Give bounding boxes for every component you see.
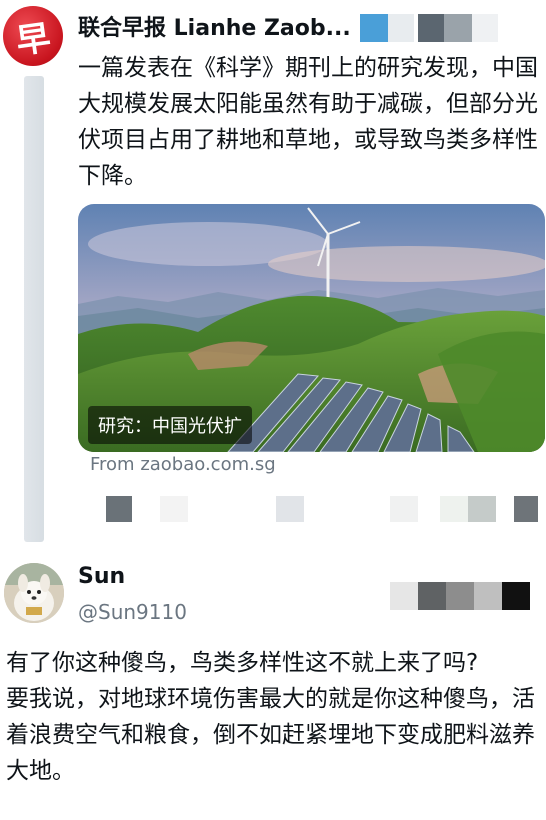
redacted-block — [474, 582, 502, 610]
redacted-block — [502, 582, 530, 610]
redacted-block — [360, 14, 388, 42]
reply-author-handle[interactable]: @Sun9110 — [78, 600, 187, 624]
redacted-block — [440, 496, 468, 522]
reply-author-name[interactable]: Sun — [78, 564, 125, 589]
tweet-author-name[interactable]: 联合早报 Lianhe Zaob... — [78, 10, 351, 42]
redacted-block — [160, 496, 188, 522]
reply-text: 有了你这种傻鸟，鸟类多样性这不就上来了吗? 要我说，对地球环境伤害最大的就是你这… — [6, 645, 542, 789]
tweet-action-bar[interactable] — [100, 494, 540, 524]
tweet-text: 一篇发表在《科学》期刊上的研究发现，中国大规模发展太阳能虽然有助于减碳，但部分光… — [78, 55, 538, 189]
redacted-block — [106, 496, 132, 522]
reply-line: 有了你这种傻鸟，鸟类多样性这不就上来了吗? — [6, 650, 479, 676]
card-caption: 研究：中国光伏扩 — [88, 406, 252, 444]
thread-connector-line — [24, 76, 44, 542]
redacted-block — [418, 582, 446, 610]
redacted-block — [388, 14, 414, 42]
redacted-block — [468, 496, 496, 522]
redacted-block — [514, 496, 538, 522]
redacted-block — [390, 582, 418, 610]
redacted-block — [390, 496, 418, 522]
link-source[interactable]: From zaobao.com.sg — [90, 454, 276, 475]
zaobao-avatar[interactable]: 早 — [3, 6, 63, 66]
redacted-block — [472, 14, 498, 42]
zaobao-logo-icon: 早 — [13, 17, 54, 62]
redacted-block — [444, 14, 472, 42]
user-avatar-icon[interactable] — [4, 563, 64, 623]
reply-line: 要我说，对地球环境伤害最大的就是你这种傻鸟，活着浪费空气和粮食，倒不如赶紧埋地下… — [6, 686, 535, 784]
redacted-block — [276, 496, 304, 522]
link-preview-card[interactable]: 研究：中国光伏扩 — [78, 204, 545, 452]
redacted-block — [446, 582, 474, 610]
redacted-block — [418, 14, 444, 42]
